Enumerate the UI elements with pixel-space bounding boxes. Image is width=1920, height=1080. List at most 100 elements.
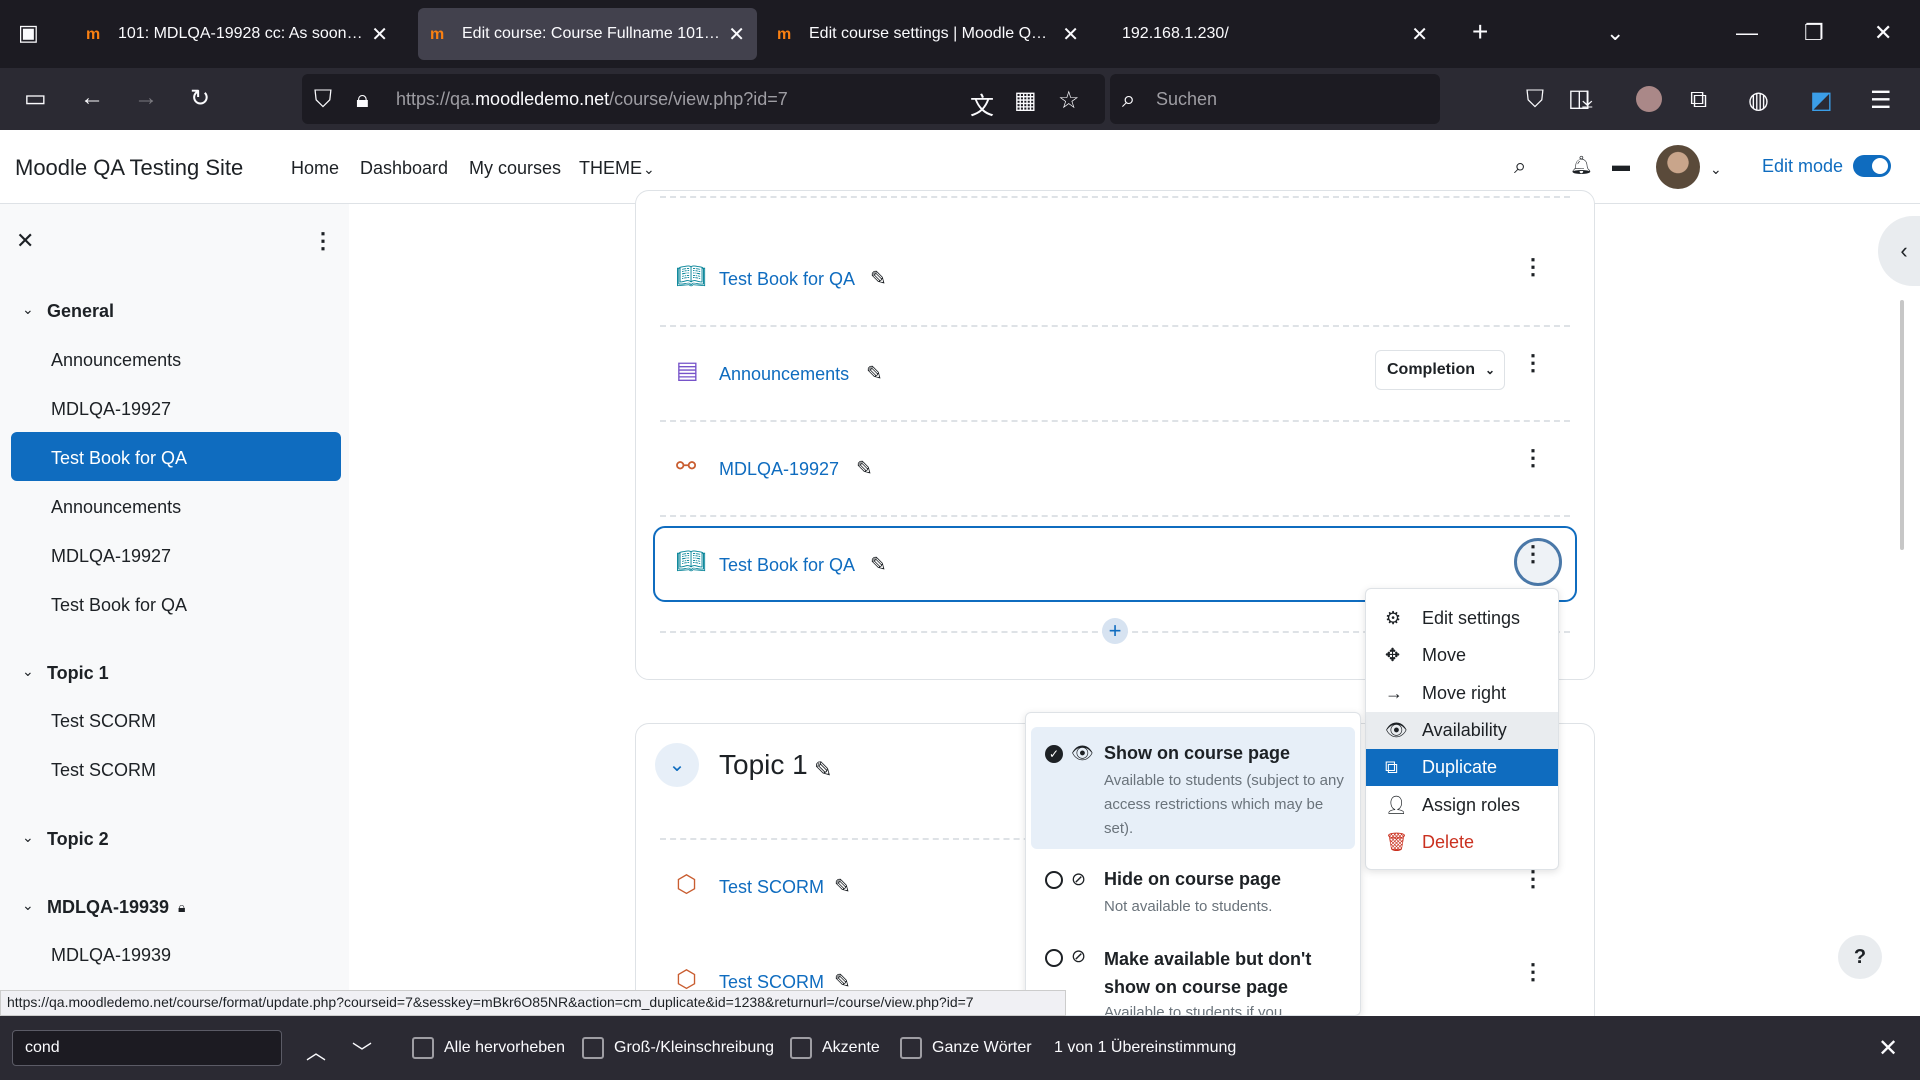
find-next-icon[interactable]: ﹀ (352, 1036, 372, 1065)
tab-overview-icon[interactable]: ▣ (18, 20, 39, 46)
pencil-icon[interactable]: ✎ (870, 552, 887, 577)
back-icon[interactable]: ← (80, 84, 104, 112)
pencil-icon[interactable]: ✎ (866, 361, 883, 386)
window-close-icon[interactable]: ✕ (1874, 20, 1892, 46)
availability-option-show[interactable]: ✓ 👁︎ Show on course page Available to st… (1031, 727, 1355, 849)
pencil-icon[interactable]: ✎ (814, 757, 832, 783)
activity-link[interactable]: Test Book for QA (719, 269, 855, 290)
user-menu-chevron-icon[interactable]: ⌄ (1710, 161, 1722, 178)
activity-link[interactable]: Announcements (719, 364, 849, 385)
menu-item-move[interactable]: ✥ Move (1366, 637, 1558, 674)
diacritics-checkbox[interactable] (790, 1037, 812, 1059)
browser-tab[interactable]: m Edit course settings | Moodle QA Testi… (765, 8, 1091, 60)
whole-words-label[interactable]: Ganze Wörter (932, 1039, 1032, 1057)
drawer-item[interactable]: MDLQA-19927 (51, 399, 171, 420)
nav-theme[interactable]: THEME (579, 158, 642, 179)
addon-blue-icon[interactable]: ◩ (1810, 86, 1833, 115)
menu-item-duplicate[interactable]: ⧉ Duplicate (1366, 749, 1558, 786)
menu-item-assign-roles[interactable]: 👤︎ Assign roles (1366, 787, 1558, 824)
bell-icon[interactable]: 🔔︎ (1570, 155, 1593, 176)
drawer-section-topic1[interactable]: Topic 1 (47, 663, 109, 684)
drawer-section-mdlqa19939[interactable]: MDLQA-19939 (47, 897, 169, 918)
find-previous-icon[interactable]: ︿ (306, 1036, 326, 1065)
account-avatar-icon[interactable] (1636, 86, 1662, 112)
bookmark-star-icon[interactable]: ☆ (1058, 86, 1080, 115)
pocket-icon[interactable]: ⛉ (1526, 86, 1544, 114)
browser-tab[interactable]: m 101: MDLQA-19928 cc: As soon as we l ✕ (74, 8, 400, 60)
activity-menu-icon[interactable]: ⋮ (1522, 445, 1544, 471)
new-tab-icon[interactable]: + (1472, 16, 1488, 48)
chevron-down-icon[interactable]: ⌄ (22, 897, 34, 914)
drawer-section-topic2[interactable]: Topic 2 (47, 829, 109, 850)
close-tab-icon[interactable]: ✕ (1062, 22, 1079, 47)
chevron-down-icon[interactable]: ⌄ (22, 301, 34, 318)
menu-item-edit-settings[interactable]: ⚙ Edit settings (1366, 600, 1558, 637)
drawer-item-active[interactable]: Test Book for QA (51, 448, 187, 469)
activity-menu-icon[interactable]: ⋮ (1522, 350, 1544, 376)
pencil-icon[interactable]: ✎ (834, 874, 851, 899)
add-content-button[interactable]: + (1102, 618, 1128, 644)
close-find-bar-icon[interactable]: ✕ (1878, 1034, 1898, 1063)
extensions-icon[interactable]: ⧉ (1690, 86, 1707, 114)
forward-icon[interactable]: → (134, 84, 158, 112)
lock-icon[interactable]: 🔒︎ (356, 86, 369, 114)
drawer-item[interactable]: Test Book for QA (51, 595, 187, 616)
menu-item-availability[interactable]: 👁︎ Availability (1366, 712, 1558, 749)
match-case-label[interactable]: Groß-/Kleinschreibung (614, 1039, 774, 1057)
shield-icon[interactable]: ⛉ (314, 86, 332, 114)
find-input[interactable]: cond (12, 1030, 282, 1066)
url-text[interactable]: https://qa.moodledemo.net/course/view.ph… (396, 89, 788, 110)
drawer-item[interactable]: Announcements (51, 350, 181, 371)
help-button[interactable]: ? (1838, 935, 1882, 979)
highlight-all-label[interactable]: Alle hervorheben (444, 1039, 565, 1057)
availability-option-hide[interactable]: ⊘ Hide on course page Not available to s… (1031, 853, 1355, 925)
minimize-icon[interactable]: — (1736, 20, 1758, 46)
browser-tab-active[interactable]: m Edit course: Course Fullname 101 | Moo… (418, 8, 757, 60)
activity-link[interactable]: MDLQA-19927 (719, 459, 839, 480)
drawer-item[interactable]: MDLQA-19927 (51, 546, 171, 567)
nav-dashboard[interactable]: Dashboard (360, 158, 448, 179)
tab-list-chevron-icon[interactable]: ⌄ (1606, 20, 1624, 46)
hamburger-menu-icon[interactable]: ☰ (1870, 86, 1892, 115)
close-tab-icon[interactable]: ✕ (371, 22, 388, 47)
highlight-all-checkbox[interactable] (412, 1037, 434, 1059)
chevron-down-icon[interactable]: ⌄ (22, 829, 34, 846)
pencil-icon[interactable]: ✎ (870, 266, 887, 291)
drawer-item[interactable]: Test SCORM (51, 711, 156, 732)
downloads-icon[interactable]: ⤓ (1582, 86, 1593, 114)
pencil-icon[interactable]: ✎ (856, 456, 873, 481)
restore-icon[interactable]: ❐ (1804, 20, 1824, 46)
browser-tab[interactable]: 192.168.1.230/ ✕ (1110, 8, 1440, 60)
close-tab-icon[interactable]: ✕ (728, 22, 745, 47)
activity-link[interactable]: Test Book for QA (719, 555, 855, 576)
reload-icon[interactable]: ↻ (190, 84, 210, 113)
availability-option-stealth[interactable]: ⊘ Make available but don't show on cours… (1031, 929, 1355, 1015)
messages-icon[interactable]: ▬ (1612, 155, 1630, 176)
sidebar-toggle-icon[interactable]: ▭ (24, 84, 47, 113)
match-case-checkbox[interactable] (582, 1037, 604, 1059)
activity-menu-icon[interactable]: ⋮ (1522, 254, 1544, 280)
diacritics-label[interactable]: Akzente (822, 1039, 880, 1057)
completion-button[interactable]: Completion ⌄ (1375, 350, 1505, 390)
close-tab-icon[interactable]: ✕ (1411, 22, 1428, 47)
drawer-section-general[interactable]: General (47, 301, 114, 322)
edit-mode-toggle[interactable] (1853, 155, 1891, 177)
activity-menu-icon[interactable]: ⋮ (1522, 541, 1544, 567)
drawer-more-icon[interactable]: ⋮ (312, 228, 334, 254)
menu-item-move-right[interactable]: → Move right (1366, 675, 1558, 712)
translate-icon[interactable]: 文 (970, 86, 994, 121)
close-drawer-icon[interactable]: ✕ (16, 228, 34, 254)
qr-code-icon[interactable]: ▦ (1014, 86, 1037, 115)
nav-my-courses[interactable]: My courses (469, 158, 561, 179)
site-name[interactable]: Moodle QA Testing Site (15, 155, 243, 181)
chevron-down-icon[interactable]: ⌄ (643, 161, 655, 178)
search-icon[interactable]: ⌕ (1514, 153, 1526, 179)
activity-link[interactable]: Test SCORM (719, 877, 824, 898)
drawer-item[interactable]: Announcements (51, 497, 181, 518)
collapse-section-button[interactable]: ⌄ (655, 743, 699, 787)
drawer-item[interactable]: Test SCORM (51, 760, 156, 781)
menu-item-delete[interactable]: 🗑︎ Delete (1366, 824, 1558, 861)
chevron-down-icon[interactable]: ⌄ (22, 663, 34, 680)
avatar[interactable] (1656, 145, 1700, 189)
addon-icon[interactable]: ◍ (1748, 86, 1769, 115)
